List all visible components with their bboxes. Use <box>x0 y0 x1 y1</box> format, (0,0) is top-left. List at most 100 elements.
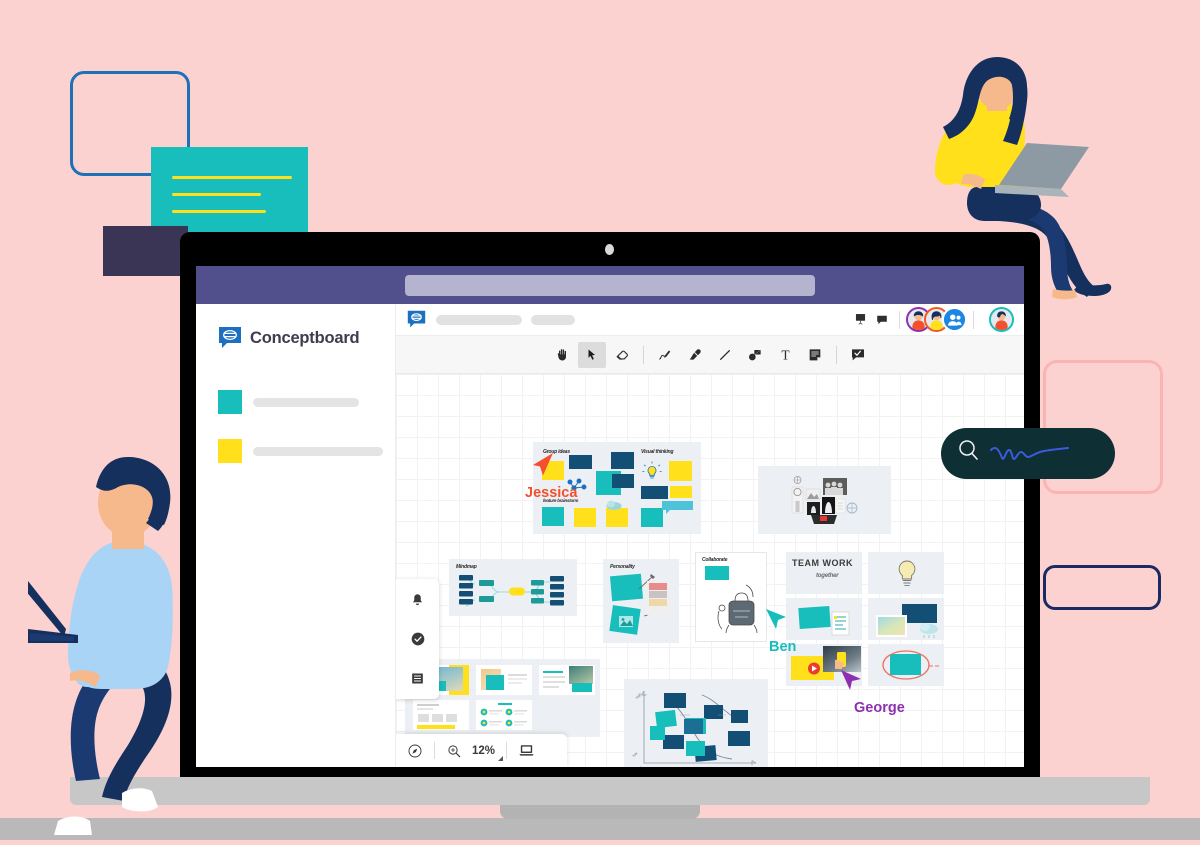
image-icon <box>619 616 633 627</box>
eraser-tool[interactable] <box>608 342 636 368</box>
rain-cloud-doodle <box>920 623 938 638</box>
swatch <box>649 583 667 590</box>
sidebar-item-teal[interactable] <box>218 390 395 414</box>
comment-tool[interactable] <box>844 342 872 368</box>
slide-thumb[interactable] <box>539 665 595 695</box>
search-magnifier-icon <box>955 437 983 470</box>
slide-line <box>543 686 559 688</box>
zoom-level[interactable]: 12% <box>469 745 504 761</box>
tile-idea-lightbulb[interactable] <box>868 552 944 594</box>
handwriting-squiggle <box>990 447 1069 461</box>
select-tool[interactable] <box>578 341 606 368</box>
card-line <box>172 210 266 213</box>
sticky-note[interactable] <box>611 452 634 469</box>
sidebar-item-yellow[interactable] <box>218 439 395 463</box>
sticky-note[interactable] <box>641 508 663 527</box>
board-collaborate[interactable]: Collaborate <box>695 552 767 642</box>
text-tool[interactable]: T <box>771 342 799 368</box>
slide-block <box>418 714 429 722</box>
compass-navigator-icon[interactable] <box>400 738 430 764</box>
svg-text:high: high <box>742 766 749 767</box>
tile-sticky-and-doc[interactable] <box>786 598 862 640</box>
notifications-bell-icon[interactable] <box>408 590 428 610</box>
sticky-note[interactable] <box>542 461 564 480</box>
sticky-note[interactable] <box>670 486 692 498</box>
sticky-note[interactable] <box>542 507 564 526</box>
board-heading: Mindmap <box>456 564 477 570</box>
slide-line <box>508 678 527 680</box>
board-mindmap[interactable]: Mindmap <box>449 559 577 616</box>
avatar-self[interactable] <box>989 307 1014 332</box>
marker-tool[interactable] <box>681 342 709 368</box>
chat-bubble-icon[interactable] <box>871 310 893 330</box>
tile-highlight-circle[interactable] <box>868 644 944 686</box>
sticky-note[interactable] <box>798 605 831 630</box>
network-doodle <box>567 478 587 491</box>
slide-line <box>498 703 512 705</box>
toolbar-divider <box>836 345 837 364</box>
tasks-check-icon[interactable] <box>408 629 428 649</box>
outline-square-navy <box>1043 565 1161 610</box>
chevron-down-icon[interactable] <box>498 755 504 761</box>
header-divider <box>973 310 974 329</box>
tile-teamwork-title[interactable]: TEAM WORK together <box>786 552 862 594</box>
teamwork-heading: TEAM WORK <box>792 558 853 568</box>
sticky-note[interactable] <box>574 508 596 527</box>
man-walking-with-laptop-illustration <box>24 443 228 840</box>
brand[interactable]: Conceptboard <box>218 326 395 350</box>
slide-accent <box>417 725 455 729</box>
brand-name: Conceptboard <box>250 328 360 347</box>
photo-thumb[interactable] <box>876 615 907 637</box>
line-tool[interactable] <box>711 342 739 368</box>
play-button-icon <box>808 662 820 675</box>
header-actions <box>849 307 1014 332</box>
avatar-invite-people[interactable] <box>942 307 967 332</box>
board-list-icon[interactable] <box>408 668 428 688</box>
search-overlay[interactable] <box>941 428 1115 479</box>
tile-photo-and-card[interactable] <box>868 598 944 640</box>
laptop-mockup: Conceptboard T Group ideas feature brain… <box>70 232 1150 819</box>
slide-line <box>417 708 433 710</box>
conceptboard-app: Conceptboard T Group ideas feature brain… <box>196 304 1024 767</box>
slide-thumb[interactable] <box>476 700 532 730</box>
board-heading: Personality <box>610 564 635 570</box>
board-ideation[interactable]: Group ideas feature brainstorm Visual th… <box>533 442 701 534</box>
slide-photo <box>569 666 593 684</box>
sticky-note[interactable] <box>612 474 634 488</box>
tile-video-and-mobile[interactable] <box>786 644 862 686</box>
presentation-icon[interactable] <box>849 310 871 330</box>
teamwork-subheading: together <box>816 573 839 579</box>
laptop-screen: Conceptboard T Group ideas feature brain… <box>196 266 1024 767</box>
board-heading: Collaborate <box>702 557 728 563</box>
slide-thumb[interactable] <box>413 700 469 730</box>
sticky-note-tool[interactable] <box>801 342 829 368</box>
sticky-note[interactable] <box>569 455 592 469</box>
board-teamwork[interactable]: TEAM WORK together <box>786 552 944 686</box>
header-divider <box>899 310 900 329</box>
magnifier-plus-icon[interactable] <box>439 738 469 764</box>
board-heading: feature brainstorm <box>543 498 579 503</box>
card-line <box>172 176 292 179</box>
url-input[interactable] <box>405 275 815 296</box>
sticky-note[interactable] <box>705 566 729 580</box>
slide-block <box>446 714 457 722</box>
board-matrix-chart[interactable]: high low low high <box>624 679 768 767</box>
conceptboard-logo-icon[interactable] <box>407 310 426 329</box>
svg-text:T: T <box>781 347 789 362</box>
board-canvas[interactable]: Group ideas feature brainstorm Visual th… <box>396 374 1024 767</box>
pen-tool[interactable] <box>651 342 679 368</box>
hand-tool[interactable] <box>548 342 576 368</box>
sticky-note[interactable] <box>641 486 668 499</box>
laptop-presentation-icon[interactable] <box>511 738 541 764</box>
swatch <box>649 591 667 598</box>
sticky-note[interactable] <box>669 461 692 481</box>
shape-tool[interactable] <box>741 342 769 368</box>
board-heading: Group ideas <box>543 449 570 455</box>
slide-thumb[interactable] <box>476 665 532 695</box>
board-personas[interactable]: Personality <box>603 559 679 643</box>
moodboard-collage <box>791 476 858 524</box>
app-header <box>396 304 1024 336</box>
board-moodboard[interactable] <box>758 466 891 534</box>
search-input[interactable] <box>989 436 1114 471</box>
laptop-base <box>70 777 1150 805</box>
